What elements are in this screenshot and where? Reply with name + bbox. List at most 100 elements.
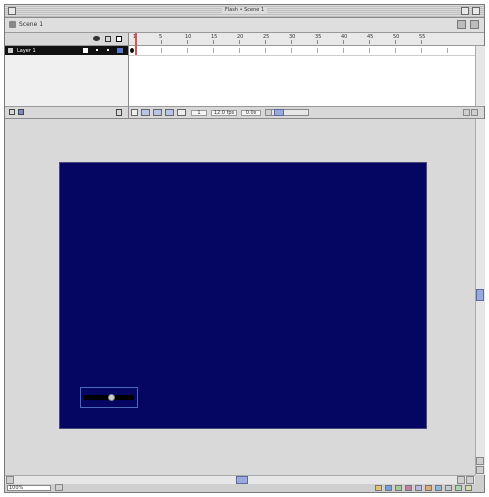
stage-vertical-scroll-thumb[interactable] — [476, 289, 484, 301]
frame-cell-marker — [447, 48, 448, 53]
scene-icon — [9, 21, 16, 28]
lock-dot[interactable] — [107, 49, 109, 51]
status-bar: 100% — [5, 484, 484, 492]
timeline-footer: 1 12.0 fps 0.0s — [129, 106, 484, 118]
frame-tick — [395, 40, 396, 44]
trash-icon[interactable] — [116, 109, 122, 116]
scroll-left-arrow-icon[interactable] — [265, 109, 272, 116]
lock-icon[interactable] — [105, 36, 111, 42]
stage-scroll-left-arrow-icon[interactable] — [6, 476, 14, 484]
resize-corner[interactable] — [475, 475, 484, 484]
timeline-vertical-scrollbar[interactable] — [475, 46, 485, 106]
modify-markers-icon[interactable] — [177, 109, 186, 116]
frame-number-label: 25 — [263, 34, 270, 40]
frame-number-label: 20 — [237, 34, 244, 40]
onion-skin-outlines-icon[interactable] — [153, 109, 162, 116]
keyframe-icon[interactable] — [130, 48, 134, 53]
scene-label[interactable]: Scene 1 — [19, 21, 43, 28]
zoom-box-icon[interactable] — [461, 7, 469, 15]
layer-name[interactable]: Layer 1 — [17, 48, 36, 54]
elapsed-time-display: 0.0s — [241, 110, 261, 116]
frame-tick — [187, 40, 188, 44]
character-panel-icon[interactable] — [395, 485, 402, 491]
edit-symbol-icon[interactable] — [470, 20, 479, 29]
selected-symbol[interactable] — [80, 387, 138, 408]
show-hide-eye-icon[interactable] — [93, 36, 100, 41]
frame-tick — [265, 40, 266, 44]
stage[interactable] — [59, 162, 427, 429]
scene-panel-icon[interactable] — [435, 485, 442, 491]
scroll-up-arrow-icon[interactable] — [476, 457, 484, 465]
frame-number-label: 45 — [367, 34, 374, 40]
stage-vertical-scrollbar[interactable] — [475, 119, 485, 475]
layer-footer — [5, 106, 128, 118]
layer-header — [5, 33, 128, 46]
collapse-box-icon[interactable] — [472, 7, 480, 15]
layer-panel: Layer 1 — [5, 33, 129, 118]
visibility-dot[interactable] — [96, 49, 98, 51]
scene-bar: Scene 1 — [5, 18, 484, 33]
stage-horizontal-scroll-thumb[interactable] — [236, 476, 248, 484]
components-panel-icon[interactable] — [455, 485, 462, 491]
frame-cell-marker — [187, 48, 188, 53]
frame-cell-marker — [317, 48, 318, 53]
timeline-horizontal-scrollbar[interactable] — [265, 109, 309, 116]
frame-number-label: 55 — [419, 34, 426, 40]
output-panel-icon[interactable] — [465, 485, 472, 491]
frame-tick — [161, 40, 162, 44]
frame-cell-marker — [239, 48, 240, 53]
frame-tick — [369, 40, 370, 44]
movie-explorer-icon[interactable] — [445, 485, 452, 491]
zoom-dropdown-icon[interactable] — [55, 484, 63, 491]
outline-color-icon[interactable] — [117, 48, 123, 53]
frame-number-label: 15 — [211, 34, 218, 40]
edit-multiple-frames-icon[interactable] — [165, 109, 174, 116]
onion-skin-icon[interactable] — [141, 109, 150, 116]
stage-scroll-left-end-arrow-icon[interactable] — [457, 476, 465, 484]
frame-number-label: 30 — [289, 34, 296, 40]
frame-number-label: 10 — [185, 34, 192, 40]
timeline-scroll-thumb[interactable] — [274, 109, 284, 116]
layer-type-icon — [8, 48, 13, 53]
window-title: Flash • Scene 1 — [221, 7, 268, 13]
center-frame-icon[interactable] — [131, 109, 138, 116]
frame-ruler[interactable]: 1510152025303540455055 — [129, 33, 484, 46]
zoom-field[interactable]: 100% — [7, 485, 51, 491]
window-title-wrap: Flash • Scene 1 — [5, 7, 484, 13]
frame-rate-display: 12.0 fps — [211, 110, 237, 116]
frame-number-label: 40 — [341, 34, 348, 40]
playhead[interactable] — [135, 33, 137, 55]
frame-cell-marker — [343, 48, 344, 53]
frame-row[interactable] — [129, 46, 475, 56]
frame-cell-marker — [395, 48, 396, 53]
title-bar[interactable]: Flash • Scene 1 — [5, 5, 484, 18]
color-panel-icon[interactable] — [385, 485, 392, 491]
frame-cell-marker — [213, 48, 214, 53]
scroll-down-arrow-icon[interactable] — [476, 466, 484, 474]
frame-cell-marker — [369, 48, 370, 53]
frame-tick — [239, 40, 240, 44]
info-panel-icon[interactable] — [375, 485, 382, 491]
frame-tick — [213, 40, 214, 44]
frame-number-label: 50 — [393, 34, 400, 40]
add-guide-layer-icon[interactable] — [18, 109, 24, 115]
current-frame-display: 1 — [191, 110, 207, 116]
frame-cell-marker — [161, 48, 162, 53]
flash-window: Flash • Scene 1 Scene 1 Layer 1 5 10 15 … — [4, 4, 485, 493]
frame-tick — [317, 40, 318, 44]
outline-icon[interactable] — [116, 36, 122, 42]
instance-panel-icon[interactable] — [405, 485, 412, 491]
actions-panel-icon[interactable] — [415, 485, 422, 491]
timeline-panel: Layer 1 1510152025303540455055 — [5, 33, 485, 119]
edit-scene-icon[interactable] — [457, 20, 466, 29]
add-layer-icon[interactable] — [9, 109, 15, 115]
stage-scroll-right-arrow-icon[interactable] — [466, 476, 474, 484]
frame-tick — [343, 40, 344, 44]
frame-tick — [291, 40, 292, 44]
layer-row[interactable]: Layer 1 — [5, 46, 128, 55]
library-panel-icon[interactable] — [425, 485, 432, 491]
scroll-right-arrow-icon[interactable] — [471, 109, 478, 116]
scroll-left-end-arrow-icon[interactable] — [463, 109, 470, 116]
workspace[interactable] — [5, 119, 475, 475]
registration-point-icon[interactable] — [108, 394, 115, 401]
